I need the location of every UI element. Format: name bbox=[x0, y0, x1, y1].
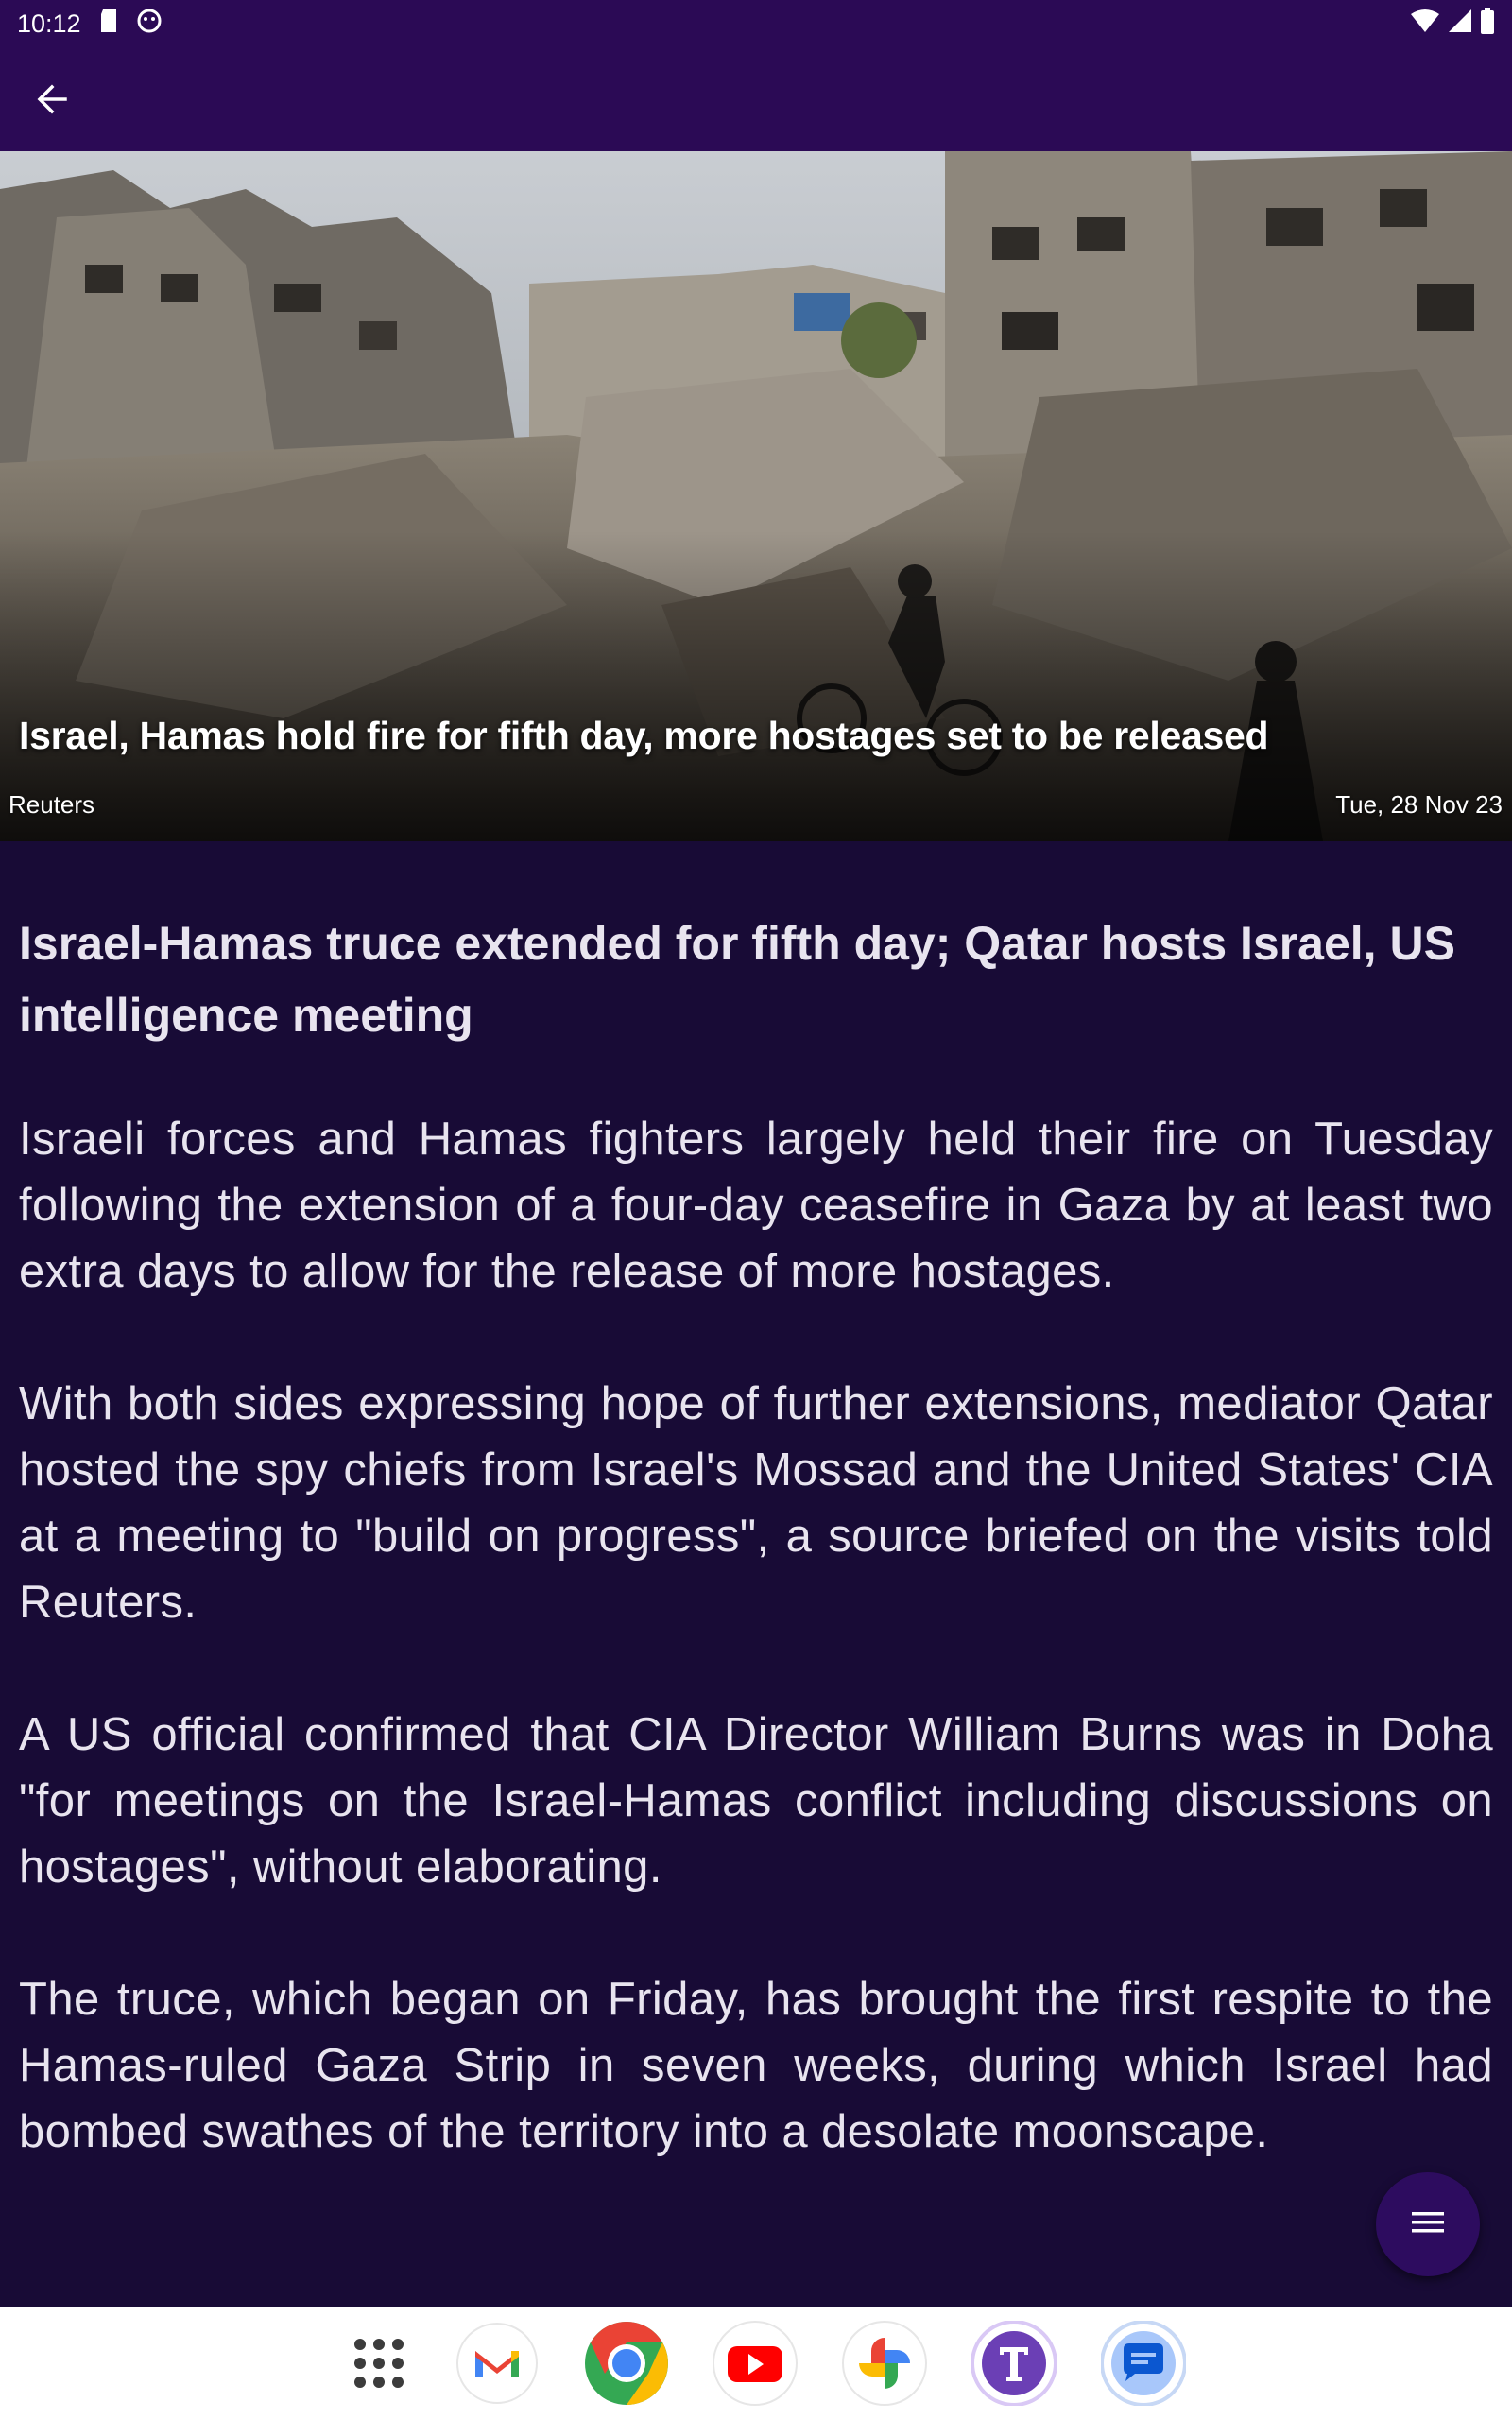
chrome-icon[interactable] bbox=[584, 2321, 669, 2406]
article-paragraph: With both sides expressing hope of furth… bbox=[19, 1378, 1493, 1628]
status-time: 10:12 bbox=[17, 9, 81, 38]
hero-card[interactable]: Israel, Hamas hold fire for fifth day, m… bbox=[0, 151, 1512, 841]
article-paragraph: Israeli forces and Hamas fighters largel… bbox=[19, 1114, 1493, 1297]
battery-icon bbox=[1480, 7, 1495, 41]
hero-source: Reuters bbox=[9, 790, 95, 819]
back-button[interactable] bbox=[19, 68, 85, 134]
app-dock bbox=[0, 2307, 1512, 2420]
article-headline: Israel-Hamas truce extended for fifth da… bbox=[19, 917, 1455, 1042]
article-paragraph: The truce, which began on Friday, has br… bbox=[19, 1974, 1493, 2157]
app-drawer-icon[interactable] bbox=[336, 2321, 421, 2406]
sd-card-icon bbox=[98, 9, 119, 40]
hero-title: Israel, Hamas hold fire for fifth day, m… bbox=[19, 714, 1269, 757]
hero-date: Tue, 28 Nov 23 bbox=[1335, 790, 1503, 819]
arrow-back-icon bbox=[33, 80, 71, 123]
gmail-icon[interactable] bbox=[455, 2321, 540, 2406]
status-bar: 10:12 bbox=[0, 0, 1512, 47]
messages-icon[interactable] bbox=[1101, 2321, 1186, 2406]
photos-icon[interactable] bbox=[842, 2321, 927, 2406]
menu-icon bbox=[1410, 2209, 1446, 2240]
signal-icon bbox=[1448, 9, 1472, 40]
text-app-icon[interactable] bbox=[971, 2321, 1057, 2406]
app-bar bbox=[0, 47, 1512, 151]
notification-icon bbox=[136, 8, 163, 41]
wifi-icon bbox=[1410, 9, 1440, 40]
menu-fab[interactable] bbox=[1376, 2172, 1480, 2276]
article-body: Israel-Hamas truce extended for fifth da… bbox=[19, 908, 1493, 2231]
article-paragraph: A US official confirmed that CIA Directo… bbox=[19, 1709, 1493, 1893]
youtube-icon[interactable] bbox=[713, 2321, 798, 2406]
